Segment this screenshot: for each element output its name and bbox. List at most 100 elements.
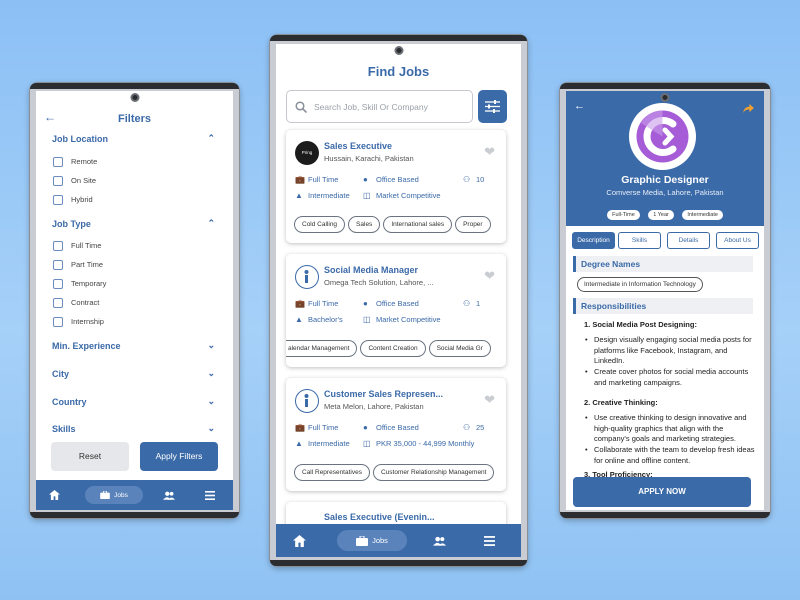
nav-jobs-tab[interactable]: Jobs: [85, 486, 143, 504]
openings-count: 10: [476, 175, 485, 184]
job-card[interactable]: Pring Sales Executive Hussain, Karachi, …: [286, 130, 506, 243]
tab-description[interactable]: Description: [572, 232, 615, 249]
skill-chip[interactable]: Content Creation: [360, 340, 426, 357]
degree-chip: Intermediate in Information Technology: [577, 277, 703, 292]
location-type: ● Office Based: [363, 299, 419, 308]
share-icon[interactable]: [743, 104, 754, 113]
front-camera: [394, 46, 403, 55]
skill-chips[interactable]: Cold Calling Sales International sales Prop…: [294, 213, 494, 233]
job-title[interactable]: Sales Executive: [324, 141, 392, 151]
location-pin-icon: ●: [363, 299, 368, 308]
job-title[interactable]: Sales Executive (Evenin...: [324, 512, 435, 522]
section-label: Min. Experience: [52, 341, 121, 351]
briefcase-icon: [356, 535, 369, 546]
back-arrow-icon[interactable]: ←: [574, 100, 585, 112]
checkbox[interactable]: [53, 260, 63, 271]
home-icon[interactable]: [286, 524, 312, 557]
chevron-down-icon[interactable]: ⌄: [207, 340, 215, 351]
section-label: Job Type: [52, 219, 91, 229]
filter-button[interactable]: [478, 90, 507, 123]
bullet-text: Design visually engaging social media po…: [594, 335, 752, 365]
users-icon[interactable]: [426, 524, 452, 557]
option-remote[interactable]: Remote: [53, 157, 97, 168]
section-job-type[interactable]: Job Type ⌃: [52, 218, 215, 229]
job-level: ▲ Bachelor's: [295, 315, 343, 324]
company-logo: [295, 389, 319, 413]
section-skills[interactable]: Skills ⌄: [52, 423, 215, 434]
skill-chips[interactable]: alendar Management Content Creation Social…: [286, 337, 494, 357]
checkbox[interactable]: [53, 176, 63, 187]
option-label: Temporary: [71, 279, 107, 288]
option-part-time[interactable]: Part Time: [53, 260, 103, 271]
option-full-time[interactable]: Full Time: [53, 241, 102, 252]
checkbox[interactable]: [53, 298, 63, 309]
apply-now-button[interactable]: APPLY NOW: [573, 477, 751, 507]
heart-icon[interactable]: ❤: [484, 392, 495, 408]
apply-filters-button[interactable]: Apply Filters: [140, 442, 218, 471]
section-job-location[interactable]: Job Location ⌃: [52, 133, 215, 144]
users-icon: ⚇: [463, 299, 471, 308]
chevron-down-icon[interactable]: ⌄: [207, 396, 215, 407]
skill-chip[interactable]: Customer Relationship Management: [372, 464, 495, 481]
detail-screen: ← Graphic Designer Comverse Media, Lahor…: [566, 91, 764, 510]
search-placeholder: Search Job, Skill Or Company: [314, 102, 428, 112]
salary: ◫ Market Competitive: [363, 191, 441, 200]
briefcase-icon: 💼: [295, 423, 305, 432]
skill-chip[interactable]: Social Media Gr: [428, 340, 491, 357]
checkbox[interactable]: [53, 279, 63, 290]
skill-chip[interactable]: alendar Management: [286, 340, 358, 357]
search-input[interactable]: Search Job, Skill Or Company: [286, 90, 473, 123]
skill-chips[interactable]: Call Representatives Customer Relationshi…: [294, 461, 497, 481]
option-label: Full Time: [71, 241, 102, 250]
skill-chip[interactable]: Proper: [455, 216, 491, 233]
bullet-text: Create cover photos for social media acc…: [594, 367, 749, 387]
skill-chip[interactable]: Cold Calling: [294, 216, 346, 233]
chevron-up-icon[interactable]: ⌃: [207, 218, 215, 229]
checkbox[interactable]: [53, 317, 63, 328]
nav-jobs-tab[interactable]: Jobs: [337, 530, 407, 551]
checkbox[interactable]: [53, 195, 63, 206]
menu-icon[interactable]: [198, 480, 222, 510]
reset-button[interactable]: Reset: [51, 442, 129, 471]
menu-icon[interactable]: [476, 524, 502, 557]
resp-item-heading: 1. Social Media Post Designing:: [584, 320, 697, 329]
chevron-up-icon[interactable]: ⌃: [207, 133, 215, 144]
salary-label: Market Competitive: [376, 315, 441, 324]
skill-chip[interactable]: Sales: [348, 216, 381, 233]
option-contract[interactable]: Contract: [53, 298, 99, 309]
job-card[interactable]: Social Media Manager Omega Tech Solution…: [286, 254, 506, 367]
job-title[interactable]: Social Media Manager: [324, 265, 418, 275]
option-internship[interactable]: Internship: [53, 317, 104, 328]
job-card[interactable]: Customer Sales Represen... Meta Melon, L…: [286, 378, 506, 491]
chevron-down-icon[interactable]: ⌄: [207, 423, 215, 434]
option-on-site[interactable]: On Site: [53, 176, 96, 187]
skill-chip[interactable]: Call Representatives: [294, 464, 370, 481]
job-level-label: Bachelor's: [308, 315, 343, 324]
section-country[interactable]: Country ⌄: [52, 396, 215, 407]
job-title[interactable]: Customer Sales Represen...: [324, 389, 443, 399]
tab-skills[interactable]: Skills: [618, 232, 661, 249]
tab-about-us[interactable]: About Us: [716, 232, 759, 249]
resp-bullet: • Use creative thinking to design innova…: [585, 413, 755, 445]
company-logo: Pring: [295, 141, 319, 165]
chevron-down-icon[interactable]: ⌄: [207, 368, 215, 379]
checkbox[interactable]: [53, 241, 63, 252]
section-city[interactable]: City ⌄: [52, 368, 215, 379]
nav-jobs-label: Jobs: [372, 536, 388, 545]
salary-label: Market Competitive: [376, 191, 441, 200]
openings-count: 25: [476, 423, 485, 432]
tab-details[interactable]: Details: [667, 232, 710, 249]
graduation-cap-icon: ▲: [295, 191, 303, 200]
users-icon[interactable]: [157, 480, 181, 510]
job-type: 💼 Full Time: [295, 423, 338, 432]
option-temporary[interactable]: Temporary: [53, 279, 107, 290]
skill-chip[interactable]: International sales: [383, 216, 453, 233]
option-hybrid[interactable]: Hybrid: [53, 195, 93, 206]
heart-icon[interactable]: ❤: [484, 144, 495, 160]
job-type-label: Full Time: [308, 299, 339, 308]
home-icon[interactable]: [41, 480, 67, 510]
heart-icon[interactable]: ❤: [484, 268, 495, 284]
company-logo: [295, 265, 319, 289]
checkbox[interactable]: [53, 157, 63, 168]
section-min-experience[interactable]: Min. Experience ⌄: [52, 340, 215, 351]
